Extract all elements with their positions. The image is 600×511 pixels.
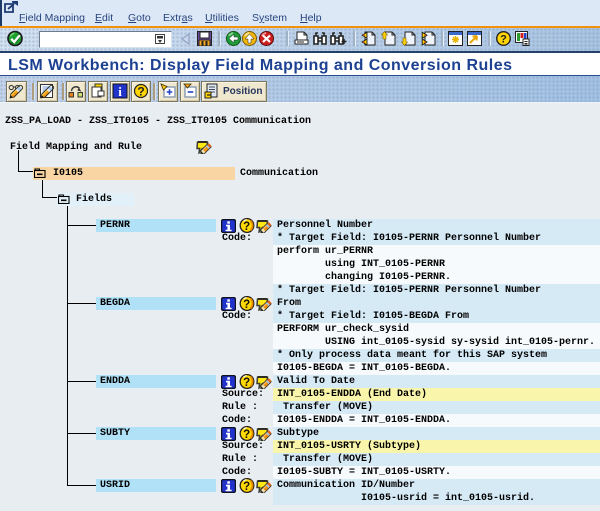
svg-text:i: i (118, 84, 122, 99)
svg-text:?: ? (137, 85, 144, 99)
svg-text:?: ? (500, 34, 507, 46)
